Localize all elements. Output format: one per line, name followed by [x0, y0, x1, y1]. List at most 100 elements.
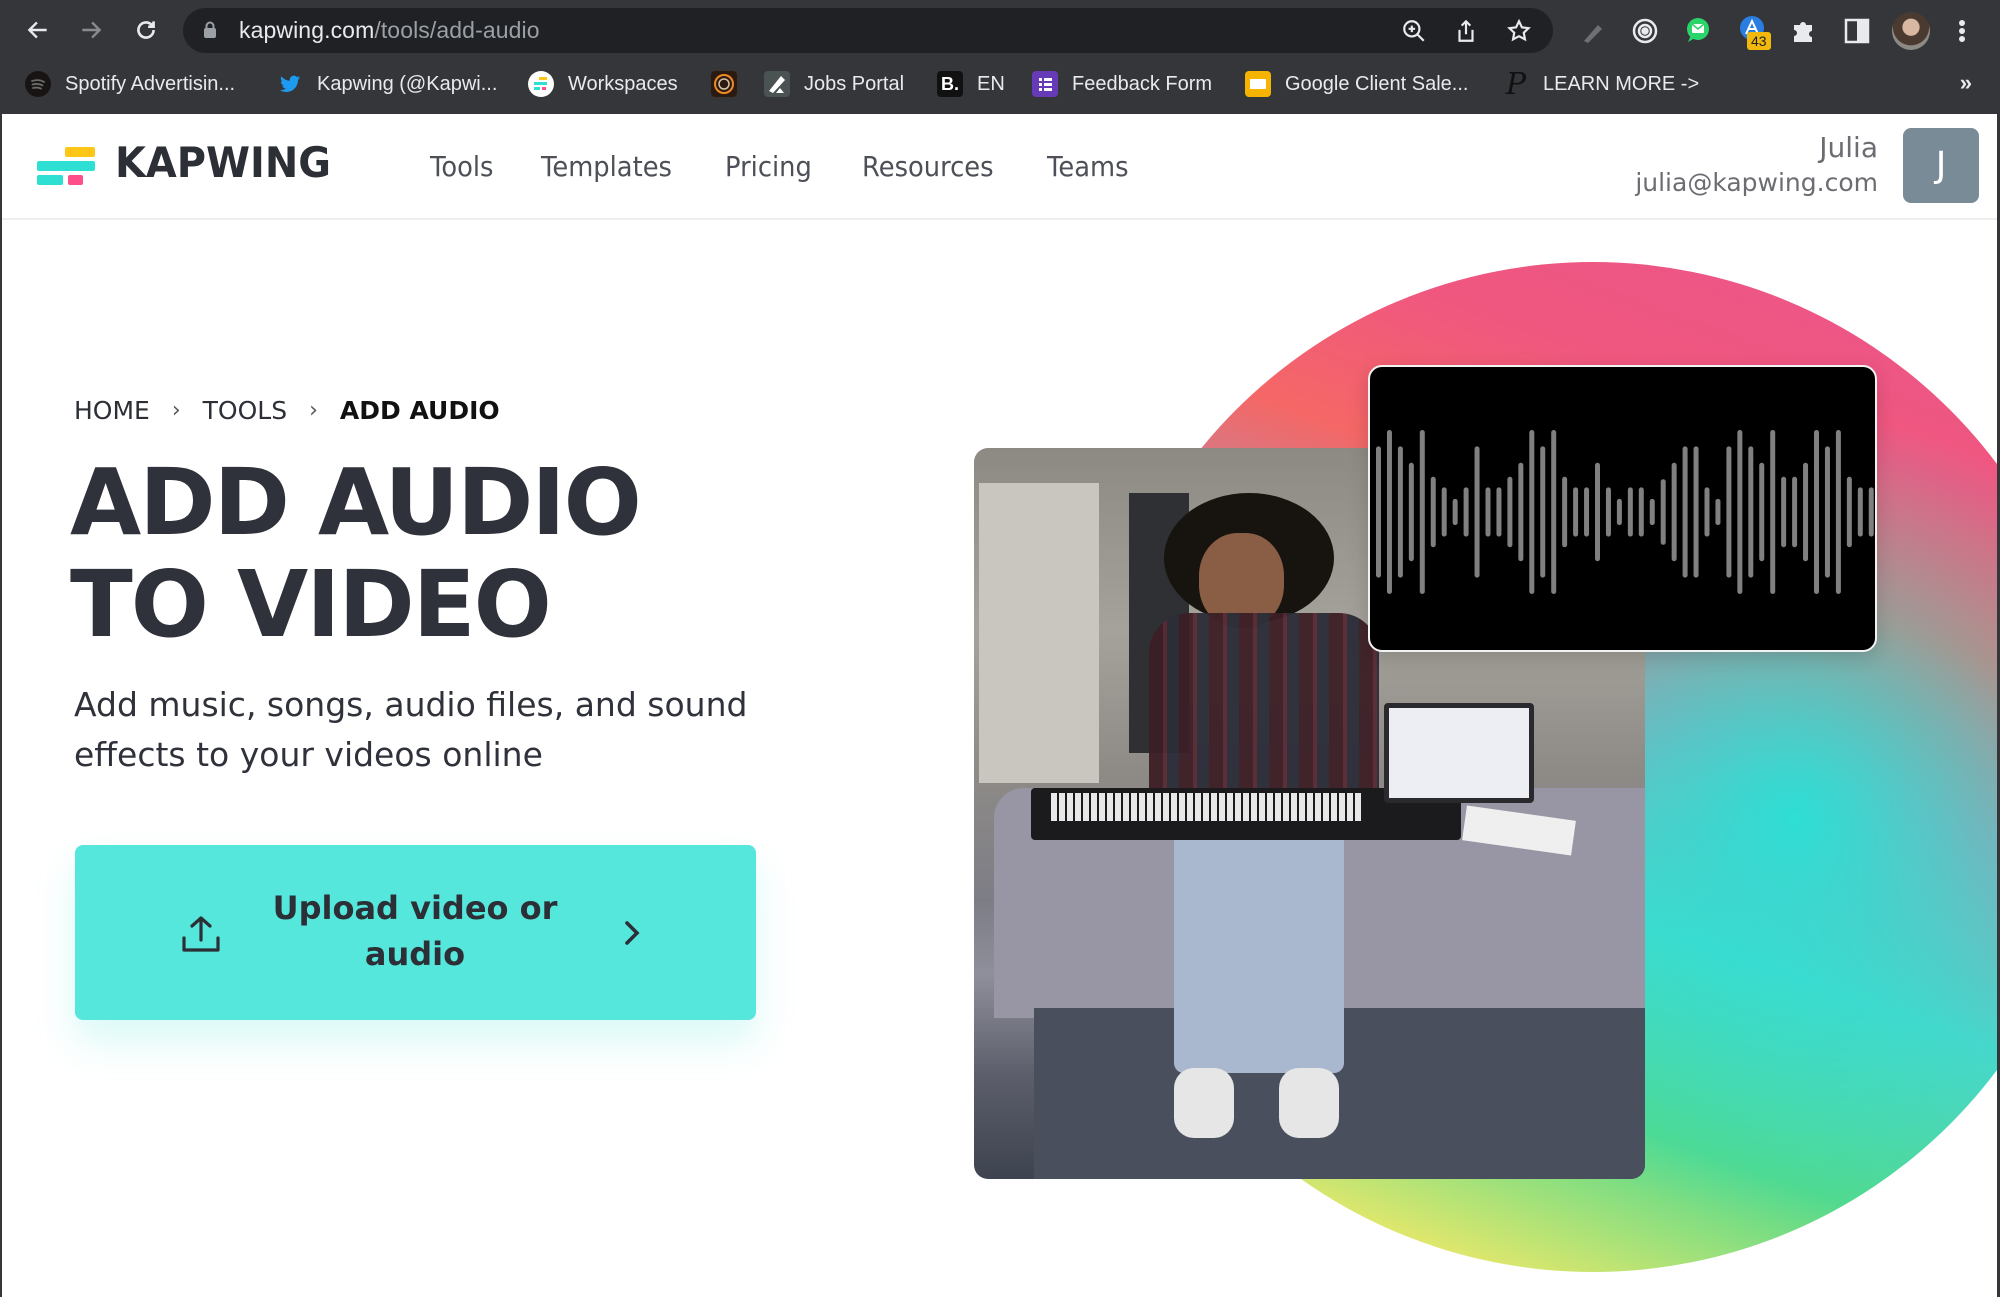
nav-templates[interactable]: Templates — [541, 150, 672, 183]
brand-wordmark[interactable]: KAPWING — [115, 138, 331, 187]
bookmark-google-client-sales[interactable]: Google Client Sale... — [1245, 68, 1468, 100]
upload-button-label: Upload video or audio — [265, 885, 565, 977]
photo-shoe — [1174, 1068, 1234, 1138]
waveform-bar — [1770, 430, 1775, 594]
bookmarks-overflow-button[interactable]: » — [1960, 70, 1972, 96]
waveform-bar — [1781, 477, 1786, 548]
bookmark-workspaces[interactable]: Workspaces — [528, 68, 678, 100]
url-host: kapwing.com — [239, 17, 374, 43]
puzzle-extensions-icon[interactable] — [1789, 16, 1819, 46]
bookmark-label: Jobs Portal — [804, 73, 904, 96]
arrow-left-icon — [25, 17, 51, 43]
waveform-bar — [1683, 446, 1688, 577]
breadcrumb-separator-icon: › — [309, 398, 318, 423]
waveform-bar — [1453, 499, 1458, 525]
site-header: KAPWING Tools Templates Pricing Resource… — [2, 114, 1998, 220]
breadcrumb: HOME › TOOLS › ADD AUDIO — [74, 396, 500, 425]
share-icon[interactable] — [1453, 18, 1479, 44]
arrow-right-icon — [78, 17, 104, 43]
address-bar[interactable]: kapwing.com/tools/add-audio — [183, 8, 1553, 53]
bookmark-star-icon[interactable] — [1506, 18, 1532, 44]
b-dot-icon: B. — [937, 71, 963, 97]
url-path: /tools/add-audio — [374, 17, 539, 43]
waveform-bar — [1595, 463, 1600, 561]
kapwing-icon — [528, 71, 554, 97]
waveform-bar — [1584, 487, 1589, 536]
upload-button[interactable]: Upload video or audio — [75, 845, 756, 1020]
bookmark-label: Feedback Form — [1072, 73, 1212, 96]
waveform-bar — [1628, 487, 1633, 536]
nav-pricing[interactable]: Pricing — [725, 150, 812, 183]
photo-door — [979, 483, 1099, 783]
waveform-bar — [1496, 487, 1501, 536]
waveform-bar — [1562, 477, 1567, 548]
orange-ring-icon — [711, 71, 737, 97]
lock-icon — [203, 21, 217, 39]
photo-plaid-shirt — [1149, 613, 1379, 813]
waveform-bar — [1715, 499, 1720, 525]
waveform-bar — [1420, 430, 1425, 594]
bookmark-label: EN — [977, 73, 1005, 96]
waveform-bar — [1398, 446, 1403, 577]
more-menu-icon[interactable] — [1950, 16, 1974, 46]
waveform-bar — [1617, 499, 1622, 525]
zoom-icon[interactable] — [1401, 18, 1427, 44]
bookmark-spotify[interactable]: Spotify Advertisin... — [25, 68, 235, 100]
waveform-bar — [1803, 463, 1808, 561]
breadcrumb-separator-icon: › — [172, 398, 181, 423]
bookmark-learn-more[interactable]: P LEARN MORE -> — [1503, 68, 1699, 100]
bookmark-feedback-form[interactable]: Feedback Form — [1032, 68, 1212, 100]
reload-icon — [133, 17, 159, 43]
bookmarks-bar: Spotify Advertisin... Kapwing (@Kapwi...… — [0, 64, 2000, 104]
back-button[interactable] — [20, 12, 56, 48]
nav-tools[interactable]: Tools — [430, 150, 493, 183]
breadcrumb-tools[interactable]: TOOLS — [203, 396, 287, 425]
pen-extension-icon[interactable] — [1578, 17, 1608, 47]
side-panel-icon[interactable] — [1842, 16, 1872, 46]
waveform-bar — [1507, 477, 1512, 548]
user-info[interactable]: Julia julia@kapwing.com — [1635, 130, 1878, 200]
url-text[interactable]: kapwing.com/tools/add-audio — [239, 17, 540, 44]
reload-button[interactable] — [128, 12, 164, 48]
waveform-bar — [1792, 477, 1797, 548]
title-line-2: TO VIDEO — [70, 551, 550, 658]
chat-extension-icon[interactable] — [1682, 15, 1712, 45]
bookmark-label: Spotify Advertisin... — [65, 73, 235, 96]
waveform-bar — [1431, 477, 1436, 548]
waveform-bar — [1748, 446, 1753, 577]
nav-resources[interactable]: Resources — [862, 150, 994, 183]
waveform-bar — [1409, 463, 1414, 561]
kapwing-logo-icon[interactable] — [37, 147, 97, 187]
waveform-bar — [1661, 479, 1666, 545]
google-forms-icon — [1032, 71, 1058, 97]
waveform-bar — [1486, 487, 1491, 536]
waveform-bar — [1573, 487, 1578, 536]
nav-teams[interactable]: Teams — [1047, 150, 1129, 183]
user-avatar[interactable]: J — [1903, 128, 1979, 203]
waveform-bar — [1606, 487, 1611, 536]
spotify-icon — [25, 71, 51, 97]
page-title: ADD AUDIO TO VIDEO — [70, 452, 640, 656]
forward-button[interactable] — [73, 12, 109, 48]
bookmark-label: Kapwing (@Kapwi... — [317, 73, 497, 96]
user-email: julia@kapwing.com — [1635, 166, 1878, 200]
waveform-bar — [1814, 430, 1819, 594]
title-line-1: ADD AUDIO — [70, 449, 640, 556]
profile-avatar[interactable] — [1892, 12, 1930, 50]
a-extension-button[interactable]: 43 — [1738, 14, 1768, 44]
waveform-bar — [1551, 430, 1556, 594]
photo-laptop — [1384, 703, 1534, 803]
bookmark-en[interactable]: B. EN — [937, 68, 1005, 100]
user-name: Julia — [1635, 130, 1878, 166]
bookmark-label: Google Client Sale... — [1285, 73, 1468, 96]
target-extension-icon[interactable] — [1630, 16, 1660, 46]
bookmark-orange-ring[interactable] — [711, 68, 737, 100]
waveform-bar — [1529, 430, 1534, 594]
bookmark-twitter[interactable]: Kapwing (@Kapwi... — [277, 68, 497, 100]
waveform-bar — [1847, 477, 1852, 548]
window-edge — [0, 114, 2, 1297]
photo-shoe — [1279, 1068, 1339, 1138]
breadcrumb-home[interactable]: HOME — [74, 396, 150, 425]
waveform-bar — [1672, 463, 1677, 561]
bookmark-jobs-portal[interactable]: Jobs Portal — [764, 68, 904, 100]
